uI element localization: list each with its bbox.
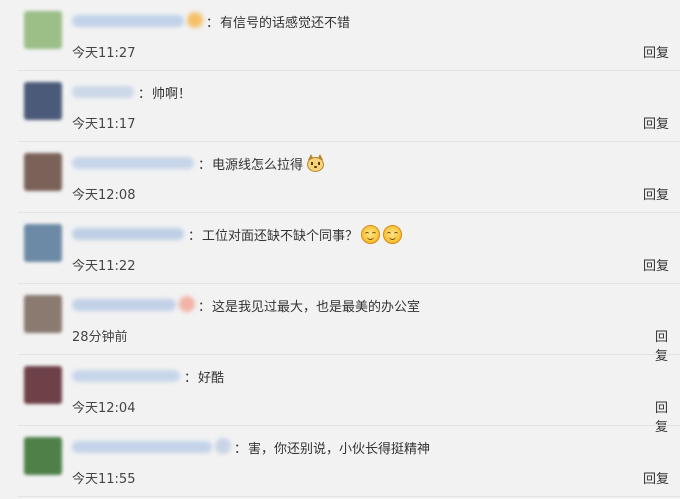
username-blurred[interactable]: [72, 15, 184, 27]
colon-separator: ：: [188, 229, 202, 244]
comment-timestamp: 今天11:55: [72, 472, 136, 487]
colon-separator: ：: [206, 16, 220, 31]
comment-timestamp: 28分钟前: [72, 330, 128, 345]
comment-text: 害，你还别说，小伙长得挺精神: [248, 438, 430, 457]
comment-text-body: 有信号的话感觉还不错: [220, 16, 351, 31]
username-blurred[interactable]: [72, 157, 194, 169]
badge-icon: [179, 296, 195, 312]
comment-item: ：这是我见过最大，也是最美的办公室 28分钟前 回复: [0, 284, 680, 364]
avatar[interactable]: [24, 295, 62, 333]
comment-item: ：工位对面还缺不缺个同事？ 今天11:22 回复: [0, 213, 680, 284]
comment-text-body: 好酷: [198, 371, 225, 386]
comment-timestamp: 今天11:17: [72, 117, 136, 132]
comment-item: ：电源线怎么拉得今天12:08 回复: [0, 142, 680, 213]
comment-timestamp: 今天12:08: [72, 188, 136, 203]
comment-item: ：害，你还别说，小伙长得挺精神今天11:55 回复: [0, 426, 680, 497]
badge-icon: [187, 12, 203, 28]
divider: [18, 496, 680, 497]
colon-separator: ：: [198, 158, 212, 173]
username-blurred[interactable]: [72, 441, 212, 453]
avatar[interactable]: [24, 437, 62, 475]
colon-separator: ：: [234, 442, 248, 457]
comment-text: 这是我见过最大，也是最美的办公室: [212, 296, 420, 315]
comment-text-body: 害，你还别说，小伙长得挺精神: [248, 442, 431, 457]
avatar[interactable]: [24, 153, 62, 191]
comment-text-body: 电源线怎么拉得: [212, 158, 304, 173]
comment-timestamp: 今天11:22: [72, 259, 136, 274]
comment-text-body: 这是我见过最大，也是最美的办公室: [212, 300, 421, 315]
reply-button[interactable]: 回复: [643, 184, 669, 203]
badge-icon: [215, 438, 231, 454]
comment-text: 工位对面还缺不缺个同事？: [202, 225, 403, 244]
avatar[interactable]: [24, 224, 62, 262]
avatar[interactable]: [24, 11, 62, 49]
username-blurred[interactable]: [72, 370, 180, 382]
avatar[interactable]: [24, 366, 62, 404]
comment-item: ：帅啊！ 今天11:17 回复: [0, 71, 680, 142]
username-blurred[interactable]: [72, 228, 184, 240]
smile-emoji-icon: [383, 225, 403, 244]
smile-emoji-icon: [361, 225, 381, 244]
username-blurred[interactable]: [72, 86, 134, 98]
comment-item: ：好酷 今天12:04 回复: [0, 355, 680, 435]
cat-face-emoji-icon: [306, 154, 325, 173]
reply-button[interactable]: 回复: [643, 468, 669, 487]
comment-list: ：有信号的话感觉还不错 今天11:27 回复：帅啊！ 今天11:17 回复：电源线怎么拉…: [0, 0, 680, 499]
avatar[interactable]: [24, 82, 62, 120]
comment-timestamp: 今天12:04: [72, 401, 136, 416]
colon-separator: ：: [138, 87, 152, 102]
comment-text: 有信号的话感觉还不错: [220, 12, 350, 31]
colon-separator: ：: [184, 371, 198, 386]
reply-button[interactable]: 回复: [643, 42, 669, 61]
comment-timestamp: 今天11:27: [72, 46, 136, 61]
colon-separator: ：: [198, 300, 212, 315]
comment-text-body: 帅啊！: [152, 87, 192, 102]
comment-text: 电源线怎么拉得: [212, 154, 325, 173]
comment-text: 好酷: [198, 367, 224, 386]
reply-button[interactable]: 回复: [643, 113, 669, 132]
reply-button[interactable]: 回复: [643, 255, 669, 274]
username-blurred[interactable]: [72, 299, 176, 311]
comment-text: 帅啊！: [152, 83, 191, 102]
comment-text-body: 工位对面还缺不缺个同事？: [202, 229, 359, 244]
comment-item: ：有信号的话感觉还不错今天11:27 回复: [0, 0, 680, 71]
